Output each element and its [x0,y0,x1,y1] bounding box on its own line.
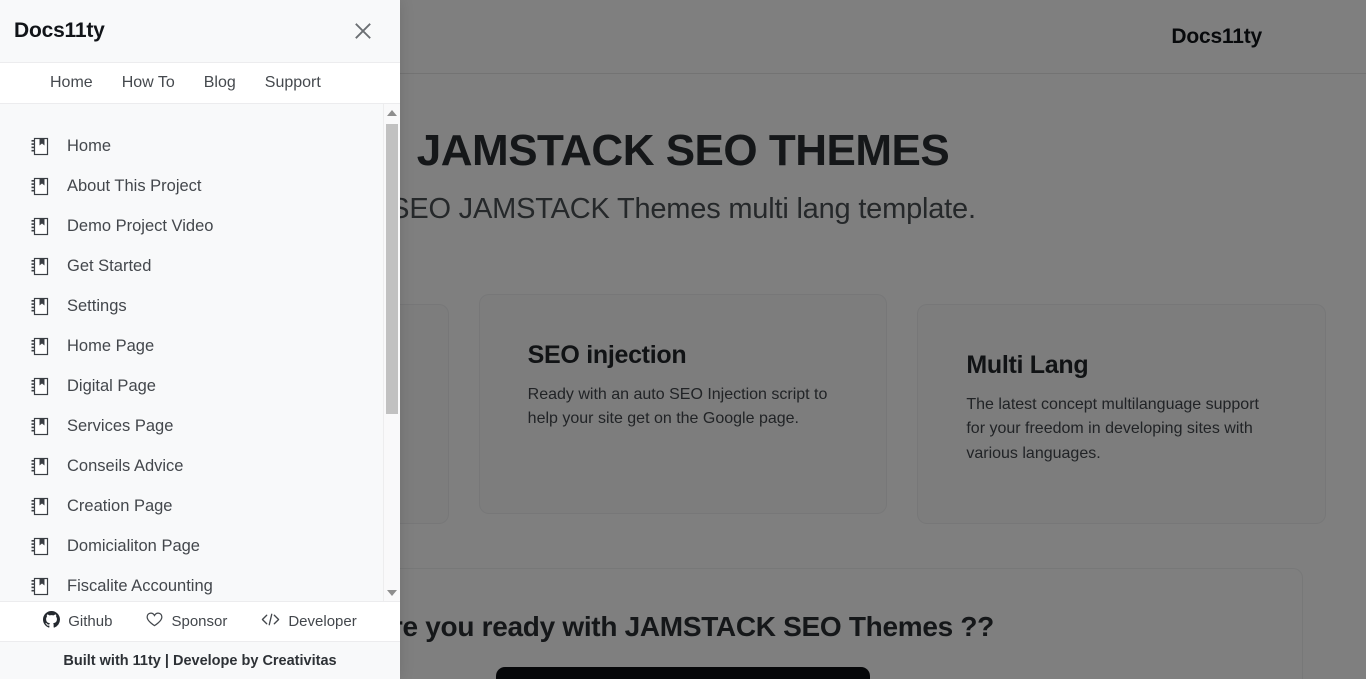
menu-item-label: Creation Page [67,496,173,515]
github-icon [43,611,61,632]
topnav-item-blog[interactable]: Blog [204,74,236,92]
scrollbar-thumb[interactable] [386,124,398,414]
chevron-down-icon[interactable] [384,584,400,601]
developer-link[interactable]: Developer [261,612,357,631]
notebook-icon [29,495,51,517]
notebook-icon [29,455,51,477]
sponsor-label: Sponsor [171,613,228,630]
menu-item-label: About This Project [67,176,202,195]
sidebar-scrollbar[interactable] [383,104,400,601]
menu-item-label: Settings [67,296,127,315]
notebook-icon [29,535,51,557]
menu-item-settings[interactable]: Settings [0,286,400,326]
notebook-icon [29,375,51,397]
menu-item-home[interactable]: Home [0,126,400,166]
developer-label: Developer [288,613,357,630]
offcanvas-topnav: Home How To Blog Support [0,63,400,104]
offcanvas-panel: Docs11ty Home How To Blog Support Home A… [0,0,400,679]
topnav-item-home[interactable]: Home [50,74,93,92]
github-label: Github [68,613,113,630]
menu-item-digital-page[interactable]: Digital Page [0,366,400,406]
topnav-item-howto[interactable]: How To [122,74,175,92]
menu-item-about-this-project[interactable]: About This Project [0,166,400,206]
close-button[interactable] [348,16,378,46]
menu-item-demo-project-video[interactable]: Demo Project Video [0,206,400,246]
code-icon [261,612,280,631]
menu-item-services-page[interactable]: Services Page [0,406,400,446]
menu-item-fiscalite-accounting[interactable]: Fiscalite Accounting [0,566,400,601]
notebook-icon [29,215,51,237]
menu-item-label: Domicialiton Page [67,536,200,555]
menu-item-home-page[interactable]: Home Page [0,326,400,366]
menu-item-label: Conseils Advice [67,456,184,475]
offcanvas-scroll-area: Home About This Project Demo Project Vid… [0,104,400,601]
chevron-up-icon[interactable] [384,104,400,121]
offcanvas-social-links: Github Sponsor Developer [0,601,400,642]
notebook-icon [29,295,51,317]
notebook-icon [29,255,51,277]
menu-item-domicialiton-page[interactable]: Domicialiton Page [0,526,400,566]
offcanvas-title: Docs11ty [14,19,105,42]
notebook-icon [29,575,51,597]
menu-item-label: Home [67,136,112,155]
menu-item-label: Digital Page [67,376,156,395]
menu-item-conseils-advice[interactable]: Conseils Advice [0,446,400,486]
offcanvas-menu-list: Home About This Project Demo Project Vid… [0,104,400,601]
sponsor-link[interactable]: Sponsor [146,611,227,632]
menu-item-label: Get Started [67,256,152,275]
menu-item-get-started[interactable]: Get Started [0,246,400,286]
close-icon [353,21,373,41]
menu-item-label: Fiscalite Accounting [67,576,213,595]
notebook-icon [29,415,51,437]
menu-item-label: Services Page [67,416,174,435]
menu-item-label: Home Page [67,336,155,355]
menu-item-creation-page[interactable]: Creation Page [0,486,400,526]
notebook-icon [29,175,51,197]
topnav-item-support[interactable]: Support [265,74,321,92]
notebook-icon [29,135,51,157]
menu-item-label: Demo Project Video [67,216,214,235]
offcanvas-header: Docs11ty [0,0,400,63]
footer-credit-text: Built with 11ty | Develope by Creativita… [63,652,337,669]
github-link[interactable]: Github [43,611,112,632]
notebook-icon [29,335,51,357]
offcanvas-footer: Built with 11ty | Develope by Creativita… [0,642,400,679]
heart-icon [146,611,163,632]
